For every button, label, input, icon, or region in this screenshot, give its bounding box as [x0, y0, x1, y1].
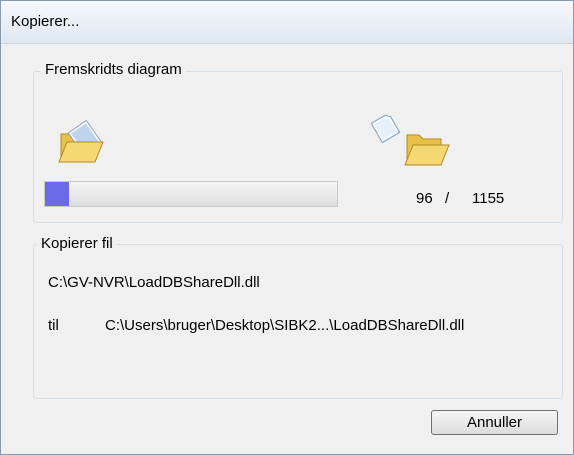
copy-progress-bar: [44, 181, 338, 207]
to-label: til: [48, 317, 59, 334]
folder-with-document-icon: [58, 119, 104, 163]
folder-with-flying-paper-icon: [370, 114, 450, 166]
progress-total-count: 1155: [472, 190, 505, 207]
title-bar: Kopierer...: [1, 1, 573, 44]
copy-dialog: Kopierer... Fremskridts diagram 96 / 115…: [0, 0, 574, 455]
progress-bar-fill: [45, 182, 70, 206]
source-path: C:\GV-NVR\LoadDBShareDll.dll: [48, 274, 260, 291]
progress-group-legend: Fremskridts diagram: [41, 61, 186, 78]
progress-current-count: 96: [416, 190, 433, 207]
cancel-button[interactable]: Annuller: [431, 410, 558, 435]
progress-separator: /: [445, 190, 450, 207]
window-title: Kopierer...: [11, 13, 80, 30]
destination-path: C:\Users\bruger\Desktop\SIBK2...\LoadDBS…: [105, 317, 465, 334]
copy-file-group-legend: Kopierer fil: [37, 235, 117, 252]
